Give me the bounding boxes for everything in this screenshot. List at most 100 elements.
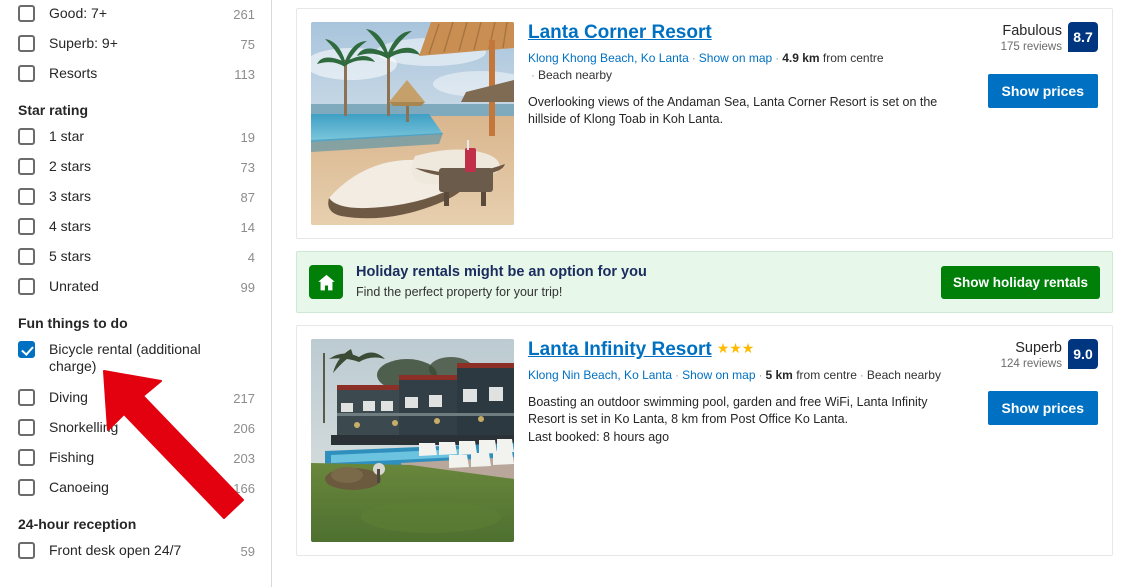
filter-checkbox[interactable] bbox=[18, 248, 35, 265]
filter-row[interactable]: Good: 7+ 261 bbox=[18, 0, 255, 30]
holiday-rentals-banner: Holiday rentals might be an option for y… bbox=[296, 251, 1113, 313]
score-word: Fabulous bbox=[1002, 23, 1062, 39]
filter-label: Front desk open 24/7 bbox=[49, 542, 182, 558]
filter-row[interactable]: Snorkelling 206 bbox=[18, 414, 255, 444]
show-prices-button[interactable]: Show prices bbox=[987, 391, 1098, 425]
filter-checkbox[interactable] bbox=[18, 449, 35, 466]
separator-dot: · bbox=[859, 368, 864, 382]
filter-count: 59 bbox=[240, 544, 255, 559]
filter-count: 73 bbox=[240, 160, 255, 175]
filter-row[interactable]: Bicycle rental (additional charge) bbox=[18, 336, 255, 384]
hotel-location-link[interactable]: Klong Khong Beach, Ko Lanta bbox=[528, 51, 689, 65]
filter-group-title: Star rating bbox=[18, 102, 89, 118]
filter-label: 1 star bbox=[49, 128, 85, 144]
filter-count: 87 bbox=[240, 190, 255, 205]
filter-row[interactable]: Diving 217 bbox=[18, 384, 255, 414]
filter-checkbox[interactable] bbox=[18, 5, 35, 22]
filter-row[interactable]: Fishing 203 bbox=[18, 444, 255, 474]
filter-count: 99 bbox=[240, 280, 255, 295]
filter-checkbox[interactable] bbox=[18, 158, 35, 175]
review-score-text: Superb 124 reviews bbox=[1001, 339, 1062, 372]
hotel-description: Overlooking views of the Andaman Sea, La… bbox=[528, 95, 938, 126]
filter-label: Superb: 9+ bbox=[49, 35, 118, 51]
house-icon bbox=[309, 265, 343, 299]
review-score-block[interactable]: Fabulous 175 reviews 8.7 bbox=[1001, 22, 1098, 55]
review-score-block[interactable]: Superb 124 reviews 9.0 bbox=[1001, 339, 1098, 372]
filter-label: Bicycle rental (additional charge) bbox=[49, 341, 201, 374]
filter-checkbox[interactable] bbox=[18, 218, 35, 235]
hotel-thumbnail[interactable] bbox=[311, 339, 514, 542]
filter-group-title: 24-hour reception bbox=[18, 516, 137, 532]
show-on-map-link[interactable]: Show on map bbox=[699, 51, 772, 65]
filter-checkbox[interactable] bbox=[18, 479, 35, 496]
separator-dot: · bbox=[675, 368, 680, 382]
score-badge: 9.0 bbox=[1068, 339, 1098, 369]
filter-row[interactable]: 2 stars 73 bbox=[18, 153, 255, 183]
filter-checkbox-checked[interactable] bbox=[18, 341, 35, 358]
show-prices-button[interactable]: Show prices bbox=[987, 74, 1098, 108]
hotel-location-link[interactable]: Klong Nin Beach, Ko Lanta bbox=[528, 368, 672, 382]
filter-row[interactable]: 4 stars 14 bbox=[18, 213, 255, 243]
filter-row[interactable]: Front desk open 24/7 59 bbox=[18, 537, 255, 567]
distance-value: 4.9 km bbox=[782, 51, 820, 65]
last-booked-label: Last booked: 8 hours ago bbox=[528, 430, 670, 444]
distance-value: 5 km bbox=[765, 368, 793, 382]
filter-checkbox[interactable] bbox=[18, 419, 35, 436]
filter-checkbox[interactable] bbox=[18, 35, 35, 52]
filter-checkbox[interactable] bbox=[18, 542, 35, 559]
filter-count: 261 bbox=[233, 7, 255, 22]
filter-checkbox[interactable] bbox=[18, 389, 35, 406]
search-results-page: Good: 7+ 261 Superb: 9+ 75 Resorts 113 Star ra… bbox=[0, 0, 1124, 587]
filter-checkbox[interactable] bbox=[18, 278, 35, 295]
hotel-card[interactable]: Lanta Corner Resort Klong Khong Beach, K… bbox=[296, 8, 1113, 239]
review-score-text: Fabulous 175 reviews bbox=[1001, 22, 1062, 55]
filter-row[interactable]: Superb: 9+ 75 bbox=[18, 30, 255, 60]
filter-count: 75 bbox=[240, 37, 255, 52]
filter-label: 2 stars bbox=[49, 158, 92, 174]
filter-row[interactable]: Canoeing 166 bbox=[18, 474, 255, 504]
banner-title: Holiday rentals might be an option for y… bbox=[356, 264, 647, 280]
star-rating: ★★★ bbox=[716, 340, 755, 356]
filter-row[interactable]: 3 stars 87 bbox=[18, 183, 255, 213]
filter-checkbox[interactable] bbox=[18, 188, 35, 205]
resort-pool-photo bbox=[311, 22, 514, 225]
filter-count: 217 bbox=[233, 391, 255, 406]
filter-count: 4 bbox=[247, 250, 255, 265]
filter-label: Unrated bbox=[49, 278, 99, 294]
hotel-card[interactable]: Lanta Infinity Resort ★★★ Klong Nin Beach… bbox=[296, 325, 1113, 556]
hotel-meta: Klong Khong Beach, Ko Lanta · Show on map ·… bbox=[528, 50, 958, 84]
nearby-label: Beach nearby bbox=[866, 368, 941, 382]
hotel-thumbnail[interactable] bbox=[311, 22, 514, 225]
show-on-map-link[interactable]: Show on map bbox=[682, 368, 755, 382]
banner-text: Holiday rentals might be an option for y… bbox=[343, 263, 941, 301]
filter-checkbox[interactable] bbox=[18, 128, 35, 145]
filter-label: 4 stars bbox=[49, 218, 92, 234]
hotel-details: Lanta Infinity Resort ★★★ Klong Nin Beach… bbox=[514, 339, 1098, 542]
filter-label: Snorkelling bbox=[49, 419, 119, 435]
filter-label: 3 stars bbox=[49, 188, 92, 204]
separator-dot: · bbox=[775, 51, 780, 65]
filter-row[interactable]: Resorts 113 bbox=[18, 60, 255, 90]
review-count: 175 reviews bbox=[1000, 41, 1062, 53]
filter-count: 206 bbox=[233, 421, 255, 436]
filter-label: Canoeing bbox=[49, 479, 109, 495]
show-holiday-rentals-button[interactable]: Show holiday rentals bbox=[940, 265, 1100, 299]
hotel-name-link[interactable]: Lanta Infinity Resort bbox=[528, 339, 712, 360]
filter-row[interactable]: 5 stars 4 bbox=[18, 243, 255, 273]
separator-dot: · bbox=[758, 368, 763, 382]
filter-count bbox=[231, 337, 255, 342]
hotel-name-link[interactable]: Lanta Corner Resort bbox=[528, 22, 712, 43]
filter-label: 5 stars bbox=[49, 248, 92, 264]
filter-count: 113 bbox=[234, 67, 255, 82]
filter-checkbox[interactable] bbox=[18, 65, 35, 82]
house-icon-glyph bbox=[317, 274, 335, 290]
distance-suffix: from centre bbox=[822, 51, 884, 65]
separator-dot: · bbox=[691, 51, 696, 65]
score-badge: 8.7 bbox=[1068, 22, 1098, 52]
filter-row[interactable]: 1 star 19 bbox=[18, 123, 255, 153]
distance-suffix: from centre bbox=[796, 368, 857, 382]
filter-count: 19 bbox=[240, 130, 255, 145]
filter-label: Fishing bbox=[49, 449, 95, 465]
resort-dusk-photo bbox=[311, 339, 514, 542]
filter-row[interactable]: Unrated 99 bbox=[18, 273, 255, 303]
